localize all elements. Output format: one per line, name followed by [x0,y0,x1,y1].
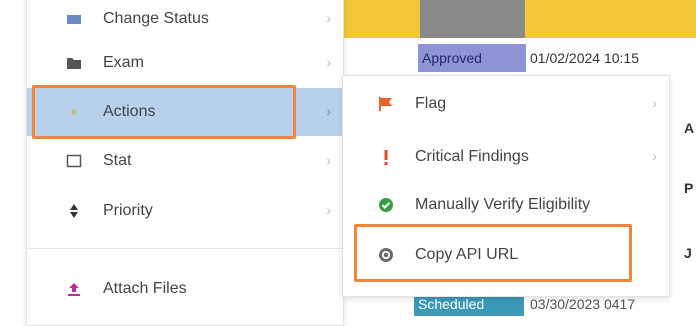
row1-timestamp: 01/02/2024 10:15 [530,50,639,66]
folder-icon [61,56,87,70]
sort-icon [61,203,87,219]
top-status-bar-dark [420,0,525,38]
submenu-item-verify-eligibility[interactable]: Manually Verify Eligibility [343,181,669,229]
status-icon [61,12,87,26]
edge-letter-j: J [684,245,692,261]
submenu-item-label: Flag [415,95,447,112]
chevron-right-icon: › [326,10,331,26]
chevron-right-icon: › [326,152,331,168]
menu-item-label: Exam [103,54,144,71]
menu-item-change-status[interactable]: Change Status › [27,0,343,43]
edge-letter-a: A [684,120,695,136]
chevron-right-icon: › [326,103,331,119]
menu-item-label: Attach Files [103,280,187,297]
edge-letter-p: P [684,180,694,196]
chevron-right-icon: › [652,148,657,164]
submenu-item-label: Critical Findings [415,148,529,165]
approved-badge: Approved [422,50,482,66]
chevron-right-icon: › [326,54,331,70]
menu-item-exam[interactable]: Exam › [27,39,343,87]
submenu-item-label: Manually Verify Eligibility [415,196,591,213]
menu-separator [27,248,343,249]
menu-item-label: Change Status [103,10,209,27]
menu-item-label: Priority [103,202,153,219]
submenu-item-flag[interactable]: Flag › [343,80,669,128]
upload-icon [61,281,87,297]
menu-item-stat[interactable]: Stat › [27,137,343,185]
menu-item-attach-files[interactable]: Attach Files [27,265,343,313]
flag-icon [373,96,399,112]
chevron-right-icon: › [326,202,331,218]
submenu-item-critical-findings[interactable]: Critical Findings › [343,133,669,181]
copy-api-url-highlight [354,224,632,282]
menu-item-priority[interactable]: Priority › [27,187,343,235]
context-menu: Change Status › Exam › Actions › Stat › … [26,0,344,326]
checkbox-icon [61,154,87,168]
exclamation-icon [373,149,399,165]
menu-item-label: Stat [103,152,132,169]
actions-highlight [32,85,296,139]
chevron-right-icon: › [652,95,657,111]
check-circle-icon [373,197,399,213]
